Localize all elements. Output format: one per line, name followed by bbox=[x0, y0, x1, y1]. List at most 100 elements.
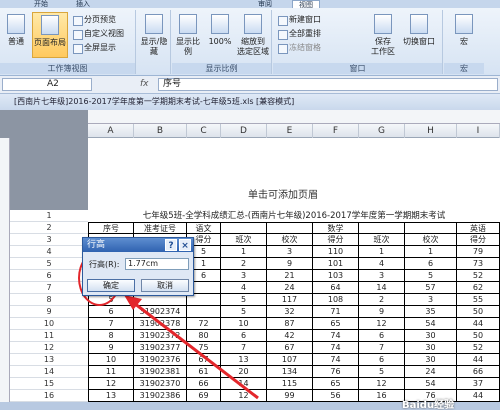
table-cell[interactable]: 3 bbox=[267, 246, 313, 258]
row-header[interactable]: 8 bbox=[10, 294, 88, 306]
table-header-cell[interactable]: 语文 bbox=[187, 222, 221, 234]
table-cell[interactable]: 44 bbox=[457, 318, 500, 330]
table-cell[interactable]: 42 bbox=[267, 330, 313, 342]
zoom-100-button[interactable]: 100% bbox=[206, 12, 234, 58]
table-cell[interactable]: 12 bbox=[221, 390, 267, 402]
column-header[interactable]: E bbox=[267, 124, 313, 138]
table-cell[interactable]: 24 bbox=[405, 366, 457, 378]
table-cell[interactable]: 50 bbox=[457, 306, 500, 318]
table-cell[interactable]: 9 bbox=[359, 306, 405, 318]
row-header[interactable]: 7 bbox=[10, 282, 88, 294]
table-cell[interactable]: 6 bbox=[88, 306, 134, 318]
table-cell[interactable]: 6 bbox=[405, 258, 457, 270]
table-cell[interactable]: 1 bbox=[405, 246, 457, 258]
row-height-input[interactable]: 1.77cm bbox=[125, 258, 189, 270]
column-header[interactable]: I bbox=[457, 124, 500, 138]
table-cell[interactable]: 31902386 bbox=[134, 390, 187, 402]
table-cell[interactable]: 4 bbox=[221, 282, 267, 294]
table-cell[interactable]: 31902378 bbox=[134, 318, 187, 330]
name-box[interactable]: A2 bbox=[2, 78, 92, 91]
full-screen-button[interactable]: 全屏显示 bbox=[72, 42, 116, 54]
header-placeholder[interactable]: 单击可添加页眉 bbox=[248, 186, 318, 201]
table-cell[interactable]: 79 bbox=[457, 246, 500, 258]
table-cell[interactable]: 103 bbox=[313, 270, 359, 282]
help-icon[interactable]: ? bbox=[165, 239, 177, 251]
table-header-cell[interactable]: 得分 bbox=[457, 234, 500, 246]
formula-input[interactable]: 序号 bbox=[158, 78, 498, 91]
column-header[interactable]: A bbox=[88, 124, 134, 138]
row-header[interactable]: 6 bbox=[10, 270, 88, 282]
table-cell[interactable]: 21 bbox=[267, 270, 313, 282]
table-cell[interactable]: 10 bbox=[221, 318, 267, 330]
column-header[interactable]: D bbox=[221, 124, 267, 138]
table-cell[interactable]: 76 bbox=[313, 366, 359, 378]
row-header[interactable]: 5 bbox=[10, 258, 88, 270]
table-cell[interactable]: 16 bbox=[359, 390, 405, 402]
table-header-cell[interactable]: 序号 bbox=[88, 222, 134, 234]
table-cell[interactable]: 54 bbox=[405, 378, 457, 390]
table-cell[interactable]: 5 bbox=[405, 270, 457, 282]
table-header-cell[interactable]: 校次 bbox=[267, 234, 313, 246]
table-cell[interactable]: 31902374 bbox=[134, 306, 187, 318]
table-cell[interactable]: 5 bbox=[221, 306, 267, 318]
table-cell[interactable]: 108 bbox=[313, 294, 359, 306]
table-cell[interactable]: 115 bbox=[267, 378, 313, 390]
table-cell[interactable]: 30 bbox=[405, 342, 457, 354]
table-cell[interactable]: 2 bbox=[221, 258, 267, 270]
table-cell[interactable]: 87 bbox=[267, 318, 313, 330]
macros-button[interactable]: 宏 bbox=[450, 12, 478, 58]
table-cell[interactable]: 110 bbox=[313, 246, 359, 258]
table-cell[interactable]: 44 bbox=[457, 354, 500, 366]
table-cell[interactable]: 30 bbox=[405, 330, 457, 342]
table-cell[interactable]: 24 bbox=[267, 282, 313, 294]
table-cell[interactable]: 1 bbox=[221, 246, 267, 258]
row-header[interactable]: 14 bbox=[10, 366, 88, 378]
table-cell[interactable]: 31902376 bbox=[134, 354, 187, 366]
table-header-cell[interactable]: 班次 bbox=[221, 234, 267, 246]
table-cell[interactable]: 6 bbox=[221, 330, 267, 342]
table-header-cell[interactable]: 得分 bbox=[313, 234, 359, 246]
save-workspace-button[interactable]: 保存 工作区 bbox=[369, 12, 397, 58]
table-cell[interactable]: 35 bbox=[405, 306, 457, 318]
row-header[interactable]: 11 bbox=[10, 330, 88, 342]
table-cell[interactable]: 134 bbox=[267, 366, 313, 378]
table-header-cell[interactable] bbox=[359, 222, 405, 234]
table-cell[interactable]: 7 bbox=[221, 342, 267, 354]
custom-views-button[interactable]: 自定义视图 bbox=[72, 28, 124, 40]
column-header[interactable]: C bbox=[187, 124, 221, 138]
zoom-to-selection-button[interactable]: 缩放到 选定区域 bbox=[236, 12, 270, 58]
show-hide-button[interactable]: 显示/隐藏 bbox=[140, 12, 168, 58]
table-cell[interactable]: 31902377 bbox=[134, 342, 187, 354]
ok-button[interactable]: 确定 bbox=[87, 279, 135, 292]
arrange-all-button[interactable]: 全部重排 bbox=[277, 28, 321, 40]
row-header[interactable]: 13 bbox=[10, 354, 88, 366]
table-cell[interactable]: 67 bbox=[187, 354, 221, 366]
table-cell[interactable]: 5 bbox=[359, 366, 405, 378]
table-header-cell[interactable] bbox=[221, 222, 267, 234]
table-cell[interactable]: 74 bbox=[313, 354, 359, 366]
tab-insert[interactable]: 插入 bbox=[76, 0, 90, 8]
table-cell[interactable]: 52 bbox=[457, 270, 500, 282]
table-cell[interactable]: 54 bbox=[405, 318, 457, 330]
table-title[interactable]: 七年级5班-全学科成绩汇总-(西南片七年级)2016-2017学年度第一学期期末… bbox=[88, 210, 500, 222]
table-cell[interactable]: 31902372 bbox=[134, 330, 187, 342]
table-cell[interactable]: 32 bbox=[267, 306, 313, 318]
table-cell[interactable]: 10 bbox=[88, 354, 134, 366]
row-header[interactable]: 2 bbox=[10, 222, 88, 234]
table-header-cell[interactable]: 校次 bbox=[405, 234, 457, 246]
table-cell[interactable]: 66 bbox=[457, 366, 500, 378]
column-header[interactable]: B bbox=[134, 124, 187, 138]
row-header[interactable]: 15 bbox=[10, 378, 88, 390]
table-header-cell[interactable]: 准考证号 bbox=[134, 222, 187, 234]
table-cell[interactable]: 30 bbox=[405, 354, 457, 366]
row-header[interactable]: 16 bbox=[10, 390, 88, 402]
table-cell[interactable]: 67 bbox=[267, 342, 313, 354]
tab-home[interactable]: 开始 bbox=[34, 0, 48, 8]
cancel-button[interactable]: 取消 bbox=[141, 279, 189, 292]
column-header[interactable]: H bbox=[405, 124, 457, 138]
table-cell[interactable]: 31902381 bbox=[134, 366, 187, 378]
table-cell[interactable]: 8 bbox=[88, 330, 134, 342]
page-layout-view-button[interactable]: 页面布局 bbox=[32, 12, 68, 58]
page-break-preview-button[interactable]: 分页预览 bbox=[72, 14, 116, 26]
switch-windows-button[interactable]: 切换窗口 bbox=[399, 12, 439, 58]
